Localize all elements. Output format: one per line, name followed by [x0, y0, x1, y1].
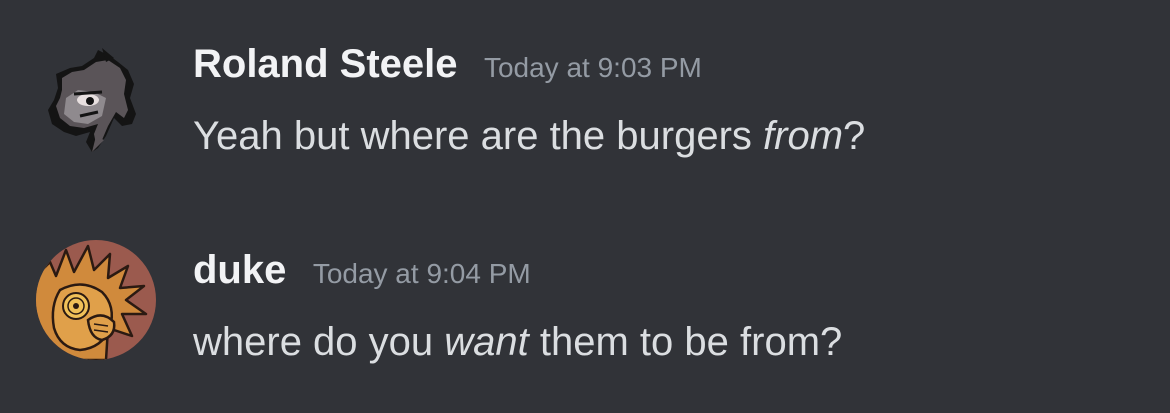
- chat-message: duke Today at 9:04 PM where do you want …: [0, 228, 1170, 388]
- message-header: Roland Steele Today at 9:03 PM: [193, 42, 702, 87]
- timestamp: Today at 9:03 PM: [483, 52, 702, 83]
- user-avatar[interactable]: [36, 240, 156, 360]
- message-emphasis: want: [444, 320, 529, 364]
- chat-message: Roland Steele Today at 9:03 PM Yeah but …: [0, 20, 1170, 180]
- timestamp: Today at 9:04 PM: [312, 258, 531, 289]
- message-text: ?: [843, 114, 866, 158]
- pixel-creature-avatar-icon: [48, 48, 136, 152]
- message-text: Yeah but where are the burgers: [193, 114, 764, 158]
- message-text: them to be from?: [528, 320, 843, 364]
- username[interactable]: duke: [193, 248, 286, 293]
- message-content: where do you want them to be from?: [193, 320, 842, 365]
- cartoon-character-avatar-icon: [36, 240, 156, 360]
- message-text: where do you: [193, 320, 445, 364]
- message-header: duke Today at 9:04 PM: [193, 248, 531, 293]
- user-avatar[interactable]: [36, 40, 156, 160]
- message-content: Yeah but where are the burgers from?: [193, 114, 865, 159]
- message-emphasis: from: [763, 114, 844, 158]
- username[interactable]: Roland Steele: [193, 42, 458, 87]
